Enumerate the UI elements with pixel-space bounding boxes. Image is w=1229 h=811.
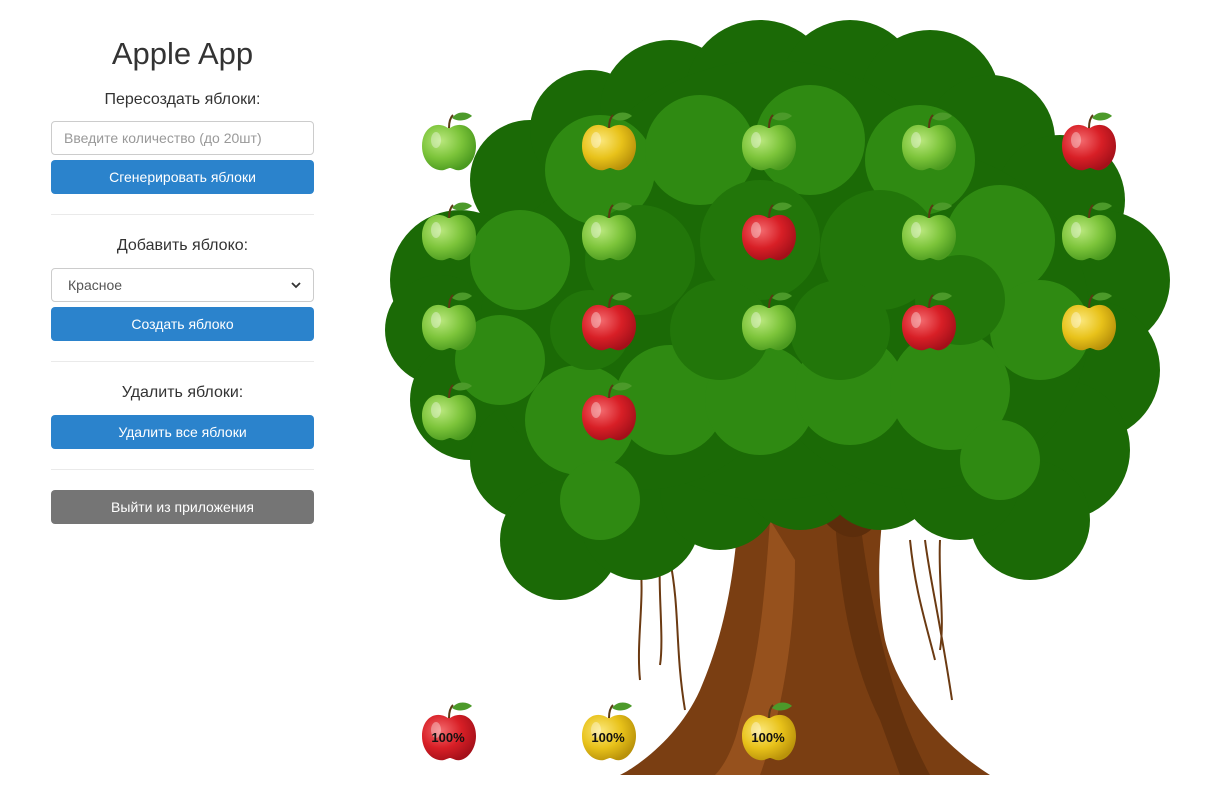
divider [51,361,314,362]
apple-red[interactable] [740,200,800,264]
apple-red[interactable] [580,380,640,444]
sidebar: Apple App Пересоздать яблоки: Сгенериров… [51,0,314,524]
apple-green[interactable] [420,200,480,264]
app-title: Apple App [111,36,254,71]
apple-red[interactable] [580,290,640,354]
chevron-down-icon [291,281,301,288]
apple-green[interactable] [580,200,640,264]
delete-all-apples-button[interactable]: Удалить все яблоки [51,415,314,449]
create-apple-button[interactable]: Создать яблоко [51,307,314,341]
add-apple-label: Добавить яблоко: [116,237,249,254]
apple-color-select[interactable]: Красное [51,268,314,302]
apple-green[interactable] [420,110,480,174]
fallen-apple-yellow[interactable]: 100% [580,700,640,764]
divider [51,214,314,215]
apple-count-input[interactable] [51,121,314,155]
remove-apples-label: Удалить яблоки: [121,384,244,401]
apple-percent-label: 100% [751,730,785,745]
apple-green[interactable] [900,110,960,174]
apple-percent-label: 100% [591,730,625,745]
regenerate-label: Пересоздать яблоки: [104,91,261,108]
generate-apples-button[interactable]: Сгенерировать яблоки [51,160,314,194]
apple-red[interactable] [1060,110,1120,174]
fallen-apple-red[interactable]: 100% [420,700,480,764]
apple-yellow[interactable] [1060,290,1120,354]
apple-green[interactable] [420,380,480,444]
apple-green[interactable] [1060,200,1120,264]
apple-red[interactable] [900,290,960,354]
exit-app-button[interactable]: Выйти из приложения [51,490,314,524]
apple-green[interactable] [740,290,800,354]
apple-percent-label: 100% [431,730,465,745]
apple-green[interactable] [900,200,960,264]
apple-tree-area: 100% 100% 100% [340,0,1229,811]
apple-yellow[interactable] [580,110,640,174]
apple-green[interactable] [740,110,800,174]
divider [51,469,314,470]
apple-green[interactable] [420,290,480,354]
apple-color-selected: Красное [68,277,123,293]
fallen-apple-yellow[interactable]: 100% [740,700,800,764]
